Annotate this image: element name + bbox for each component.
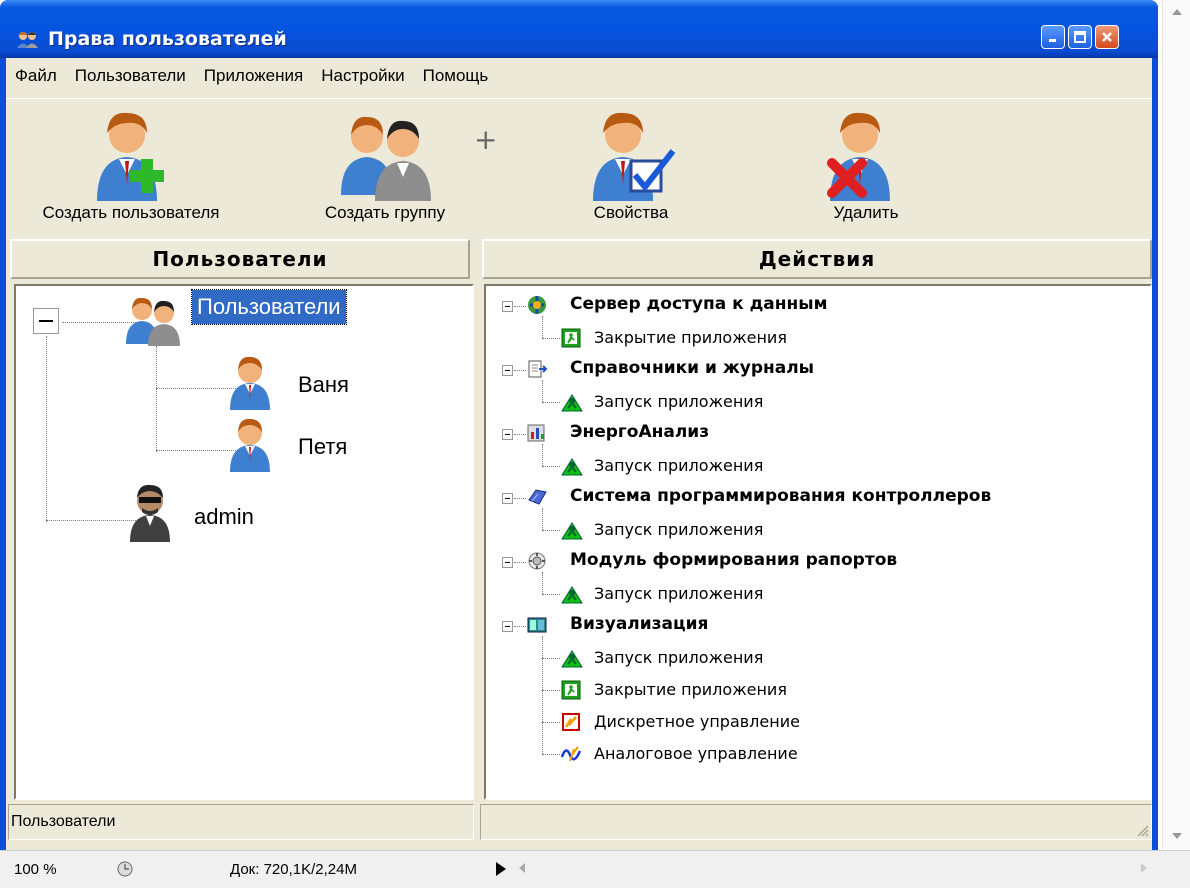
controller-icon [526,486,548,508]
close-app-icon [560,327,582,349]
action-group[interactable]: Модуль формирования рапортов [570,550,897,570]
page-scrollbar[interactable] [1162,0,1190,850]
menu-users[interactable]: Пользователи [66,58,195,94]
action-group[interactable]: Сервер доступа к данным [570,294,828,314]
properties-icon [593,112,676,201]
users-icon [17,32,38,48]
action-item[interactable]: Запуск приложения [594,520,763,539]
menu-applications[interactable]: Приложения [195,58,312,94]
tree-user-vanya[interactable]: Ваня [298,372,349,398]
play-icon[interactable] [496,862,506,876]
create-group-label: Создать группу [324,203,446,222]
launch-app-icon [560,519,583,541]
action-item[interactable]: Запуск приложения [594,456,763,475]
action-group[interactable]: ЭнергоАнализ [570,422,709,442]
create-user-label: Создать пользователя [42,203,220,222]
directory-icon [526,358,548,380]
users-tree[interactable]: Пользователи Ваня Петя admin [14,284,474,800]
tree-user-admin[interactable]: admin [194,504,254,530]
launch-app-icon [560,583,583,605]
minimize-icon [1049,39,1056,42]
collapse-group-toggle[interactable] [502,429,513,440]
title-bar[interactable]: Права пользователей [0,0,1158,58]
toolbar-separator: + [474,123,498,156]
collapse-group-toggle[interactable] [502,557,513,568]
delete-user-icon [827,112,890,201]
actions-tree[interactable]: Сервер доступа к данным Закрытие приложе… [484,284,1152,800]
launch-app-icon [560,647,583,669]
create-group-button[interactable]: Создать группу [300,99,470,237]
visual-icon [526,614,548,636]
launch-app-icon [560,455,583,477]
menu-settings[interactable]: Настройки [312,58,413,94]
maximize-icon [1074,31,1086,43]
close-icon [1102,32,1112,42]
action-item[interactable]: Запуск приложения [594,648,763,667]
window-title: Права пользователей [48,28,287,50]
menu-help[interactable]: Помощь [414,58,498,94]
action-group[interactable]: Справочники и журналы [570,358,814,378]
scroll-up-icon[interactable] [1172,8,1182,16]
status-left: Пользователи [8,804,474,840]
doc-size: Док: 720,1K/2,24M [230,861,357,878]
action-group[interactable]: Система программирования контроллеров [570,486,991,506]
resize-grip-icon[interactable] [1135,823,1149,837]
users-group-icon [126,297,180,346]
zoom-level[interactable]: 100 % [14,861,57,878]
action-item[interactable]: Закрытие приложения [594,680,787,699]
user-icon [230,418,270,472]
status-right [480,804,1152,840]
collapse-users-toggle[interactable] [33,308,59,334]
discrete-icon [560,711,582,733]
minimize-button[interactable] [1041,25,1065,49]
action-item[interactable]: Запуск приложения [594,392,763,411]
report-icon [526,550,548,572]
scroll-left-icon[interactable] [518,863,526,873]
server-icon [526,294,548,316]
maximize-button[interactable] [1068,25,1092,49]
properties-button[interactable]: Свойства [566,99,696,237]
tree-root-users[interactable]: Пользователи [191,289,347,325]
collapse-group-toggle[interactable] [502,621,513,632]
action-item[interactable]: Дискретное управление [594,712,800,731]
menu-file[interactable]: Файл [6,58,66,94]
admin-icon [130,484,170,542]
users-panel-header: Пользователи [10,239,470,279]
actions-panel-header: Действия [482,239,1152,279]
cache-icon[interactable] [116,860,134,878]
action-item[interactable]: Запуск приложения [594,584,763,603]
client-area: Файл Пользователи Приложения Настройки П… [6,58,1152,850]
scroll-down-icon[interactable] [1172,832,1182,840]
user-icon [230,356,270,410]
collapse-group-toggle[interactable] [502,301,513,312]
analog-icon [560,743,582,765]
close-button[interactable] [1095,25,1119,49]
menu-bar: Файл Пользователи Приложения Настройки П… [6,58,1152,94]
browser-status-bar: 100 % Док: 720,1K/2,24M [0,850,1190,888]
create-user-button[interactable]: Создать пользователя [6,99,256,237]
collapse-group-toggle[interactable] [502,493,513,504]
delete-label: Удалить [833,203,899,222]
tree-user-petya[interactable]: Петя [298,434,347,460]
app-window: Права пользователей Файл Пользователи Пр… [0,0,1158,850]
close-app-icon [560,679,582,701]
toolbar: Создать пользователя Создать группу + Св… [6,98,1152,239]
energy-icon [526,422,548,444]
add-user-icon [97,112,164,201]
launch-app-icon [560,391,583,413]
scroll-right-icon[interactable] [1140,863,1148,873]
group-icon [341,116,431,201]
action-item[interactable]: Закрытие приложения [594,328,787,347]
action-group[interactable]: Визуализация [570,614,708,634]
properties-label: Свойства [593,203,669,222]
collapse-group-toggle[interactable] [502,365,513,376]
delete-button[interactable]: Удалить [806,99,926,237]
action-item[interactable]: Аналоговое управление [594,744,798,763]
